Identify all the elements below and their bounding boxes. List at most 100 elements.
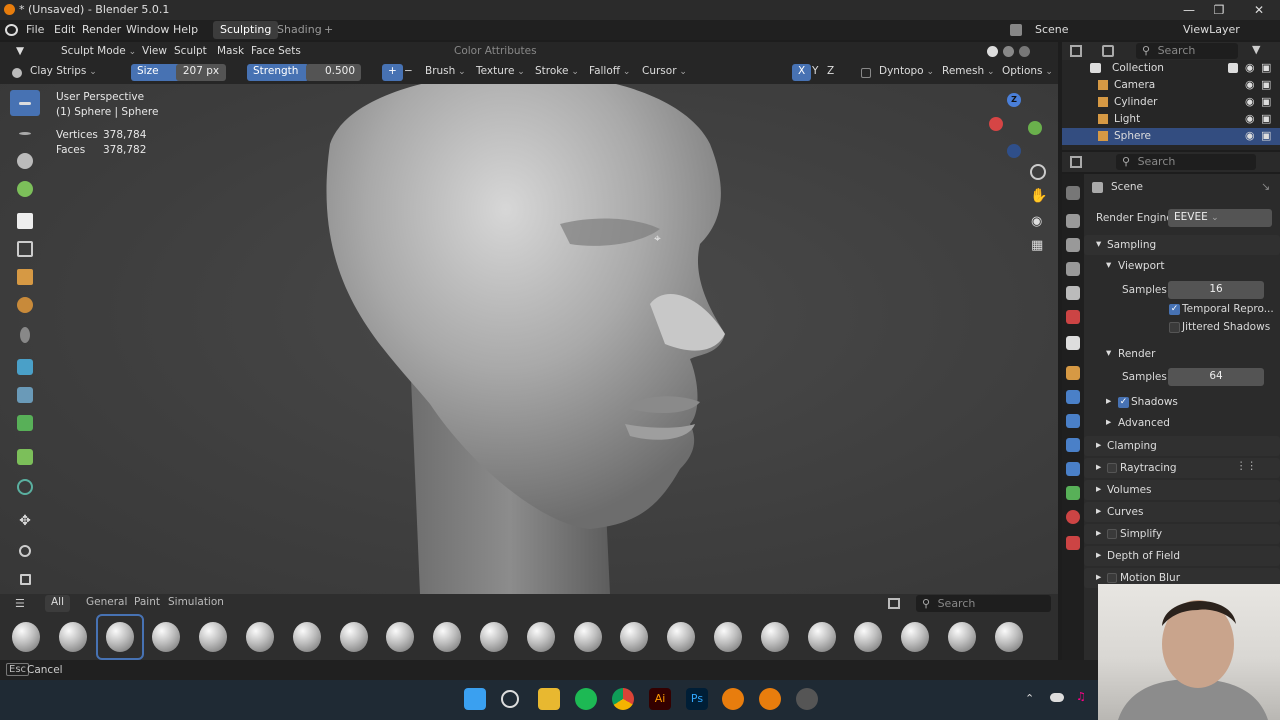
- blender-taskbar-icon[interactable]: [722, 688, 744, 710]
- tool-mask[interactable]: [10, 208, 40, 234]
- camera-toggle-icon[interactable]: ▣: [1261, 129, 1271, 142]
- brush-thumbnail[interactable]: [191, 616, 235, 658]
- outliner-editor-icon[interactable]: [1070, 45, 1082, 57]
- gizmo-x-axis[interactable]: [989, 117, 1003, 131]
- shadows-checkbox[interactable]: ✓: [1118, 397, 1129, 408]
- tool-paint[interactable]: [10, 148, 40, 174]
- tool-box-mask[interactable]: [10, 236, 40, 262]
- brush-thumbnail[interactable]: [4, 616, 48, 658]
- display-mode-icon[interactable]: [1102, 45, 1114, 57]
- dyntopo-dropdown[interactable]: Dyntopo: [873, 64, 940, 81]
- properties-editor-icon[interactable]: [1070, 156, 1082, 168]
- size-field[interactable]: 207 px: [176, 64, 226, 81]
- brush-selector[interactable]: Clay Strips: [24, 64, 103, 81]
- texture-tab-icon[interactable]: [1066, 536, 1080, 550]
- menu-cursor[interactable]: Cursor: [636, 64, 693, 81]
- tray-cloud-icon[interactable]: [1050, 693, 1064, 702]
- brush-thumbnail[interactable]: [566, 616, 610, 658]
- tray-app-icon[interactable]: ♫: [1076, 690, 1086, 703]
- menu-file[interactable]: File: [26, 23, 44, 36]
- constraints-tab-icon[interactable]: [1066, 462, 1080, 476]
- outliner-row[interactable]: Light ◉ ▣: [1062, 111, 1280, 128]
- shading-rendered-icon[interactable]: [1019, 46, 1030, 57]
- depth-of-field-panel-header[interactable]: ▸ Depth of Field: [1084, 546, 1280, 566]
- tool-move[interactable]: ✥: [10, 508, 40, 534]
- render-engine-select[interactable]: EEVEE: [1168, 209, 1272, 227]
- menu-help[interactable]: Help: [173, 23, 198, 36]
- material-tab-icon[interactable]: [1066, 510, 1080, 524]
- menu-sculpt[interactable]: Sculpt: [168, 44, 213, 61]
- camera-toggle-icon[interactable]: ▣: [1261, 78, 1271, 91]
- brush-thumbnail[interactable]: [378, 616, 422, 658]
- brush-thumbnail[interactable]: [332, 616, 376, 658]
- brush-thumbnail[interactable]: [472, 616, 516, 658]
- tool-trim[interactable]: [10, 292, 40, 318]
- tool-scale[interactable]: [10, 566, 40, 592]
- gizmo-y-axis[interactable]: [1028, 121, 1042, 135]
- view-layer-name[interactable]: ViewLayer: [1183, 23, 1240, 36]
- shelf-search-input[interactable]: ⚲ Search: [916, 595, 1051, 612]
- temporal-checkbox[interactable]: ✓: [1169, 304, 1180, 315]
- tool-box-face-set[interactable]: [10, 264, 40, 290]
- object-tab-icon[interactable]: [1066, 366, 1080, 380]
- output-tab-icon[interactable]: [1066, 238, 1080, 252]
- size-label[interactable]: Size: [131, 64, 181, 81]
- simplify-panel-header[interactable]: ▸ Simplify: [1084, 524, 1280, 544]
- brush-thumbnail[interactable]: [519, 616, 563, 658]
- shelf-tab-all[interactable]: All: [45, 595, 71, 612]
- illustrator-icon[interactable]: Ai: [649, 688, 671, 710]
- hamburger-icon[interactable]: ☰: [15, 597, 25, 610]
- outliner-row-selected[interactable]: Sphere ◉ ▣: [1062, 128, 1280, 145]
- world-tab-icon[interactable]: [1066, 310, 1080, 324]
- windows-start-icon[interactable]: [464, 688, 486, 710]
- particles-tab-icon[interactable]: [1066, 414, 1080, 428]
- menu-brush[interactable]: Brush: [419, 64, 472, 81]
- shelf-tab-general[interactable]: General: [80, 595, 133, 612]
- brush-thumbnail[interactable]: [95, 614, 144, 660]
- scene-icon[interactable]: [1010, 24, 1022, 36]
- strength-field[interactable]: 0.500: [306, 64, 361, 81]
- search-icon[interactable]: [501, 690, 519, 708]
- brush-thumbnail[interactable]: [893, 616, 937, 658]
- shading-material-icon[interactable]: [1003, 46, 1014, 57]
- tool-draw[interactable]: [10, 120, 40, 146]
- tool-edit-face-set[interactable]: [10, 444, 40, 470]
- render-tab-icon[interactable]: [1066, 214, 1080, 228]
- editor-type-icon[interactable]: ▼: [10, 44, 30, 61]
- brush-thumbnail[interactable]: [659, 616, 703, 658]
- simplify-checkbox[interactable]: [1107, 529, 1117, 539]
- scene-tab-icon[interactable]: [1066, 286, 1080, 300]
- checkbox-icon[interactable]: [1228, 63, 1238, 73]
- menu-texture[interactable]: Texture: [470, 64, 531, 81]
- camera-toggle-icon[interactable]: ▣: [1261, 112, 1271, 125]
- subtract-mode-button[interactable]: −: [398, 64, 419, 81]
- outliner-search-input[interactable]: ⚲ Search: [1136, 43, 1238, 59]
- options-dropdown[interactable]: Options: [996, 64, 1059, 81]
- tool-cloth-filter[interactable]: [10, 382, 40, 408]
- tool-rotate[interactable]: [10, 538, 40, 564]
- shading-solid-icon[interactable]: [987, 46, 998, 57]
- 3d-viewport[interactable]: User Perspective (1) Sphere | Sphere Ver…: [0, 84, 1058, 594]
- tool-color-filter[interactable]: [10, 410, 40, 436]
- camera-toggle-icon[interactable]: ▣: [1261, 61, 1271, 74]
- camera-view-icon[interactable]: ◉: [1031, 214, 1042, 229]
- brush-thumbnail[interactable]: [846, 616, 890, 658]
- tool-mask-by-color[interactable]: [10, 474, 40, 500]
- camera-toggle-icon[interactable]: ▣: [1261, 95, 1271, 108]
- brush-thumbnail[interactable]: [706, 616, 750, 658]
- view-layer-tab-icon[interactable]: [1066, 262, 1080, 276]
- menu-stroke[interactable]: Stroke: [529, 64, 585, 81]
- properties-search-input[interactable]: ⚲ Search: [1116, 154, 1256, 170]
- eye-icon[interactable]: ◉: [1245, 78, 1255, 91]
- render-samples-field[interactable]: 64: [1168, 368, 1264, 386]
- brush-thumbnail[interactable]: [753, 616, 797, 658]
- strength-label[interactable]: Strength: [247, 64, 309, 81]
- close-button[interactable]: ✕: [1244, 1, 1274, 19]
- outliner-row[interactable]: Camera ◉ ▣: [1062, 77, 1280, 94]
- menu-falloff[interactable]: Falloff: [583, 64, 636, 81]
- raytracing-panel-header[interactable]: ▸ Raytracing ⋮⋮: [1084, 458, 1280, 478]
- physics-tab-icon[interactable]: [1066, 438, 1080, 452]
- maximize-button[interactable]: ❐: [1204, 1, 1234, 19]
- presets-icon[interactable]: ⋮⋮: [1236, 460, 1257, 472]
- tool-mesh-filter[interactable]: [10, 354, 40, 380]
